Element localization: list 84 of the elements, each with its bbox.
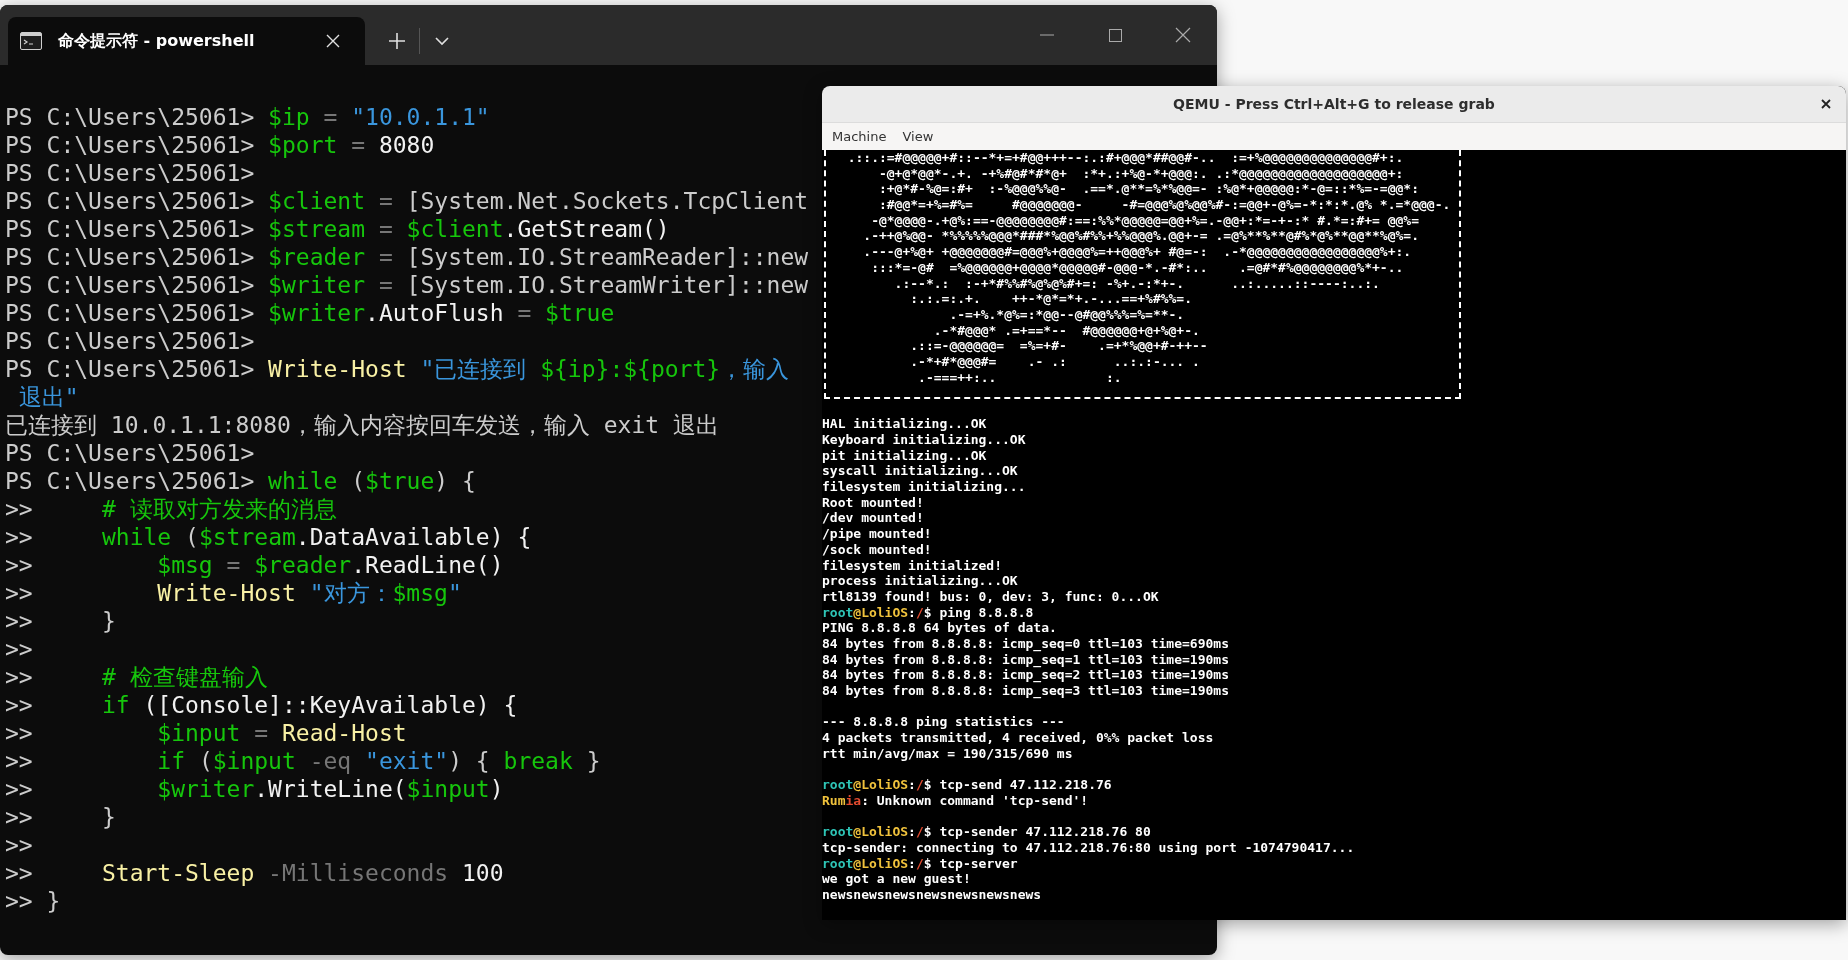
console-line: Root mounted!	[822, 494, 924, 511]
console-line: rtl8139 found! bus: 0, dev: 3, func: 0...OK	[822, 588, 1159, 605]
terminal-line: PS C:\Users\25061> Write-Host "已连接到 ${ip}:${port}，输入	[5, 355, 790, 383]
terminal-line: PS C:\Users\25061>	[5, 159, 255, 187]
terminal-line: >> Start-Sleep -Milliseconds 100	[5, 859, 504, 887]
console-line: pit initializing...OK	[822, 447, 987, 464]
minimize-icon	[1040, 34, 1054, 36]
terminal-line: >> }	[5, 607, 116, 635]
terminal-line: PS C:\Users\25061> $ip = "10.0.1.1"	[5, 103, 490, 131]
console-line: root@LoliOS:/$ tcp-send 47.112.218.76	[822, 777, 1112, 793]
ascii-art-line: .-++@%@@- *%%%%%@@@*###*%@@%#%%+%%@@@%.@@+-= .=@%**%**@#%*@%**@@**%@%=.	[862, 228, 1419, 245]
console-line: newsnewsnewsnewsnewsnewsnews	[822, 886, 1042, 903]
terminal-line: >> $input = Read-Host	[5, 719, 407, 747]
console-line: HAL initializing...OK	[822, 416, 987, 432]
console-line: /sock mounted!	[822, 541, 932, 558]
console-line: root@LoliOS:/$ tcp-sender 47.112.218.76 80	[822, 824, 1151, 840]
ascii-art-line: :.:.=:.+. ++-*@*=*+.-...==+%#%%=.	[909, 291, 1193, 307]
terminal-line: >> # 检查键盘输入	[5, 663, 268, 691]
console-line: Keyboard initializing...OK	[822, 432, 1026, 448]
console-line: root@LoliOS:/$ ping 8.8.8.8	[822, 604, 1034, 621]
console-line: 4 packets transmitted, 4 received, 0%% packet loss	[822, 730, 1214, 746]
terminal-line: >> Write-Host "对方：$msg"	[5, 579, 462, 607]
console-line: syscall initializing...OK	[822, 463, 1018, 480]
console-line: 84 bytes from 8.8.8.8: icmp_seq=2 ttl=103 time=190ms	[822, 667, 1229, 683]
console-line: 84 bytes from 8.8.8.8: icmp_seq=0 ttl=103 time=690ms	[822, 635, 1229, 652]
terminal-line: PS C:\Users\25061> $writer.AutoFlush = $true	[5, 299, 615, 327]
ascii-art-line: :+@*#-%@=:#+ :-%@@@%%@- .==*.@**=%*%@@=- :%@*+@@@@@:*-@=::*%=-=@@*:	[877, 181, 1419, 198]
menu-item[interactable]: View	[896, 127, 940, 146]
console-line: rtt min/avg/max = 190/315/690 ms	[822, 745, 1073, 762]
console-line: /dev mounted!	[822, 510, 924, 527]
terminal-line: >> }	[5, 803, 116, 831]
console-line: filesystem initialized!	[822, 557, 1002, 574]
ascii-art-line: .::.:=#@@@@@+#::--*+=+#@@+++--:.:#+@@@*##@@#-.. :=+%@@@@@@@@@@@@@@#+:.	[846, 150, 1404, 166]
console-line: tcp-sender: connecting to 47.112.218.76:80 using port -1074790417...	[822, 839, 1355, 856]
terminal-line: PS C:\Users\25061> $writer = [System.IO.StreamWriter]::new	[5, 271, 809, 299]
console-line: filesystem initializing...	[822, 479, 1026, 495]
ascii-art-line: .-=+%.*@%=:*@@--@#@@%%%=%=**-.	[948, 306, 1185, 323]
console-line: /pipe mounted!	[822, 526, 932, 542]
chevron-down-icon	[435, 36, 449, 46]
console-line: PING 8.8.8.8 64 bytes of data.	[822, 620, 1057, 636]
terminal-line: 退出"	[17, 383, 79, 411]
ascii-art-line: -@+@*@@*-.+. -+%#@#*#*@+ :*+.:+%@-*+@@@:. .:*@@@@@@@@@@@@@@@@@@@+:	[877, 165, 1404, 182]
ascii-art-line: :#@@*=+%=#%= #@@@@@@@- -#=@@@%@%@@%#-:=@@+-@%=-*:*:*.@% *.=*@@@-.	[877, 197, 1451, 213]
ascii-art-line: .:--*.: :-+*#%%#%@%@%#+=: -%+.-:*+-. ..:.....::----:..:.	[893, 275, 1380, 292]
maximize-icon	[1108, 28, 1122, 42]
console-line: 84 bytes from 8.8.8.8: icmp_seq=1 ttl=103 time=190ms	[822, 651, 1229, 668]
window-title: QEMU - Press Ctrl+Alt+G to release grab	[1173, 96, 1495, 112]
menu-item[interactable]: Machine	[826, 127, 893, 146]
terminal-line: PS C:\Users\25061>	[5, 439, 255, 467]
console-line: we got a new guest!	[822, 871, 971, 887]
terminal-line: PS C:\Users\25061> $client = [System.Net.Sockets.TcpClient	[5, 187, 809, 215]
terminal-line: >>	[5, 831, 33, 859]
close-icon	[325, 33, 341, 49]
console-line: Rumia: Unknown command 'tcp-send'!	[822, 792, 1089, 809]
close-icon	[1175, 27, 1191, 43]
ascii-art-line: :::*=-@# =%@@@@@@+@@@@*@@@@@#-@@@-*.-#*:.. .=@#*#%@@@@@@@@%*+-..	[870, 259, 1404, 276]
terminal-line: PS C:\Users\25061> while ($true) {	[5, 467, 476, 495]
ascii-art-line: .::=-@@@@@@= =%=+#- .=+*%@@+#-++--	[909, 338, 1208, 354]
terminal-line: PS C:\Users\25061> $port = 8080	[5, 131, 435, 159]
terminal-line: >> while ($stream.DataAvailable) {	[5, 523, 532, 551]
console-line: --- 8.8.8.8 ping statistics ---	[822, 714, 1065, 731]
terminal-icon	[20, 32, 42, 50]
console-line: root@LoliOS:/$ tcp-server	[822, 855, 1018, 872]
ascii-art-line: -@*@@@@-.+@%:==-@@@@@@@@#:==:%%*@@@@@=@@+%=.-@@+:*=-+-:* #.*=:#+= @@%=	[870, 212, 1419, 229]
console-line: 84 bytes from 8.8.8.8: icmp_seq=3 ttl=103 time=190ms	[822, 683, 1229, 699]
terminal-line: >> if ($input -eq "exit") { break }	[5, 747, 601, 775]
terminal-line: 已连接到 10.0.1.1:8080，输入内容按回车发送，输入 exit 退出	[5, 411, 719, 439]
terminal-line: PS C:\Users\25061> $stream = $client.GetStream()	[5, 215, 670, 243]
terminal-line: >> }	[5, 887, 61, 915]
ascii-art-line: .-===++:.. :.	[917, 369, 1122, 386]
ascii-art-line: .-*#@@@* .=+==*-- #@@@@@@+@+%@+-.	[932, 322, 1200, 339]
terminal-line: >>	[5, 635, 33, 663]
terminal-tab[interactable]: 命令提示符 - powershell	[8, 17, 365, 65]
ascii-art-line: .-*+#*@@@#= .- .: ..:.:-... .	[909, 353, 1200, 370]
terminal-line: >> $writer.WriteLine($input)	[5, 775, 504, 803]
terminal-line: >> # 读取对方发来的消息	[5, 495, 337, 523]
plus-icon	[388, 32, 406, 50]
console-line: process initializing...OK	[822, 573, 1018, 589]
ascii-art-line: .---@+%@+ +@@@@@@@#=@@@%+@@@@%=++@@@%+ #@=-: .-*@@@@@@@@@@@@@@@@@%+:.	[862, 244, 1412, 260]
terminal-line: PS C:\Users\25061>	[5, 327, 255, 355]
terminal-line: >> $msg = $reader.ReadLine()	[5, 551, 504, 579]
terminal-line: PS C:\Users\25061> $reader = [System.IO.StreamReader]::new	[5, 243, 809, 271]
terminal-line: >> if ([Console]::KeyAvailable) {	[5, 691, 518, 719]
close-icon	[1821, 99, 1831, 109]
